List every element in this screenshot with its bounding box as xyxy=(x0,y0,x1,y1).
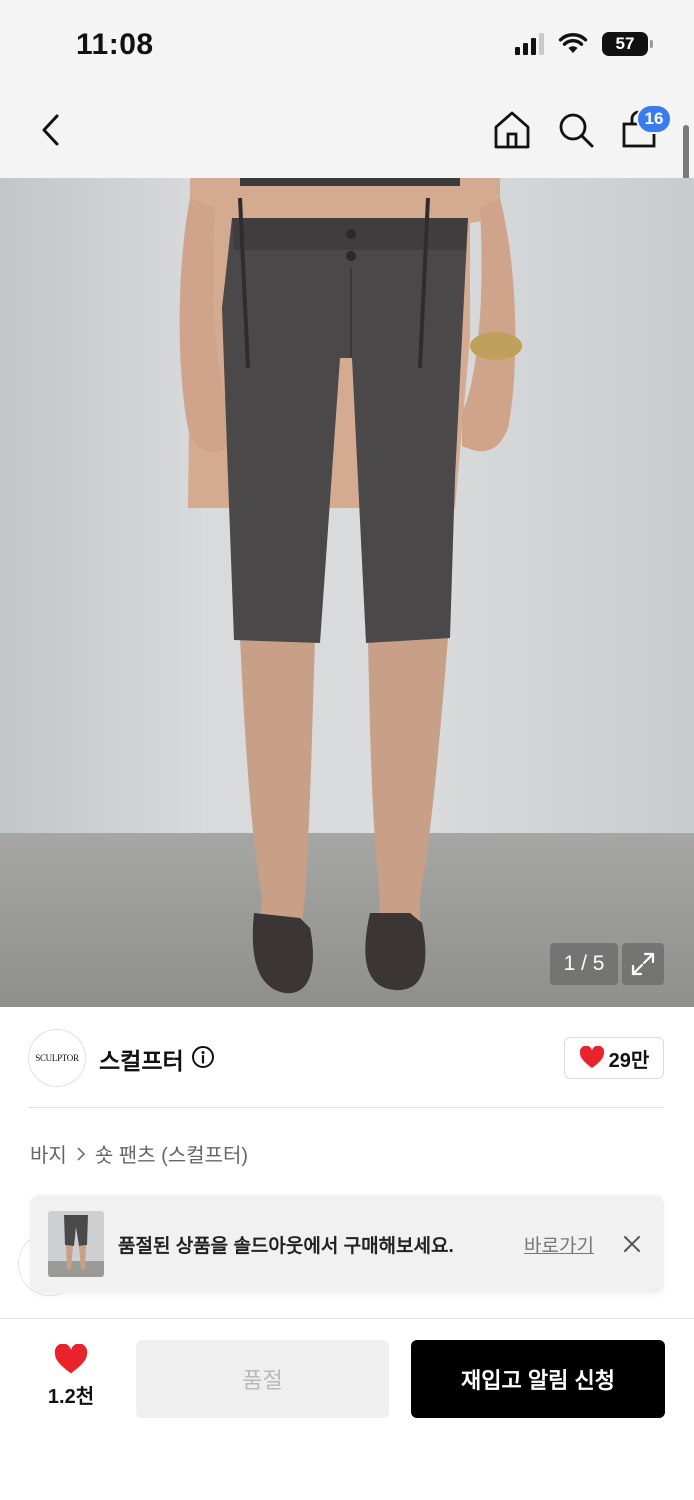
chevron-right-icon xyxy=(77,1146,86,1161)
status-icons: 57 xyxy=(515,32,653,56)
top-nav-bar xyxy=(0,90,694,178)
toast-message: 품절된 상품을 솔드아웃에서 구매해보세요. xyxy=(118,1236,454,1257)
model-pants-illustration xyxy=(179,178,522,994)
brand-name[interactable]: 스컬프터 xyxy=(99,1042,184,1076)
info-icon[interactable] xyxy=(191,1045,215,1069)
wishlist-button[interactable]: 1.2천 xyxy=(40,1344,102,1414)
brand-logo[interactable]: SCULPTOR xyxy=(28,1029,86,1087)
heart-icon xyxy=(579,1046,604,1068)
toast-shortcut-link[interactable]: 바로가기 xyxy=(524,1231,594,1258)
brand-like-count: 29만 xyxy=(608,1049,650,1072)
brand-like-button[interactable]: 29만 xyxy=(564,1037,664,1079)
expand-icon[interactable] xyxy=(622,943,664,985)
close-icon[interactable] xyxy=(620,1232,644,1256)
image-counter: 1 / 5 xyxy=(550,943,618,985)
home-icon[interactable] xyxy=(490,108,534,152)
soldout-toast: 품절된 상품을 솔드아웃에서 구매해보세요. 바로가기 xyxy=(30,1195,664,1293)
wifi-icon xyxy=(558,33,588,53)
brand-logo-text: SCULPTOR xyxy=(35,1053,79,1063)
breadcrumb-subcategory[interactable]: 숏 팬츠 (스컬프터) xyxy=(95,1139,248,1168)
restock-alert-button[interactable]: 재입고 알림 신청 xyxy=(411,1340,665,1418)
breadcrumb-category[interactable]: 바지 xyxy=(30,1139,67,1168)
cart-count-badge: 16 xyxy=(636,104,672,134)
soldout-button: 품절 xyxy=(136,1340,389,1418)
search-icon[interactable] xyxy=(554,108,598,152)
breadcrumb: 바지 숏 팬츠 (스컬프터) xyxy=(30,1139,248,1168)
toast-product-thumbnail xyxy=(48,1211,104,1277)
bottom-bar-divider xyxy=(0,1318,694,1319)
cellular-signal-icon xyxy=(515,33,544,55)
back-arrow-icon[interactable] xyxy=(30,108,70,152)
battery-icon: 57 xyxy=(602,32,653,56)
wishlist-count: 1.2천 xyxy=(47,1386,95,1408)
heart-icon xyxy=(54,1344,88,1374)
product-image[interactable] xyxy=(0,178,694,1007)
status-bar: 11:08 57 xyxy=(0,0,694,90)
status-time: 11:08 xyxy=(76,28,154,61)
divider xyxy=(28,1107,664,1108)
